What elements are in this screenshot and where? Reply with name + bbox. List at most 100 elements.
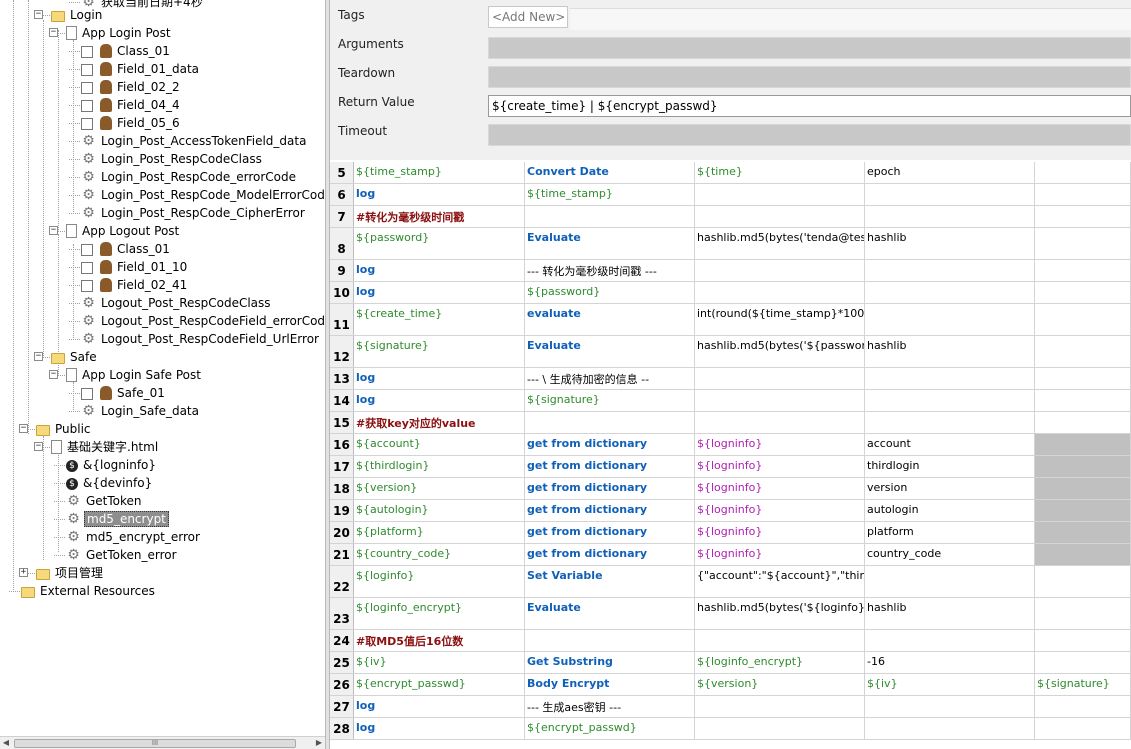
grid-cell[interactable]: [1035, 434, 1131, 455]
grid-cell[interactable]: get from dictionary: [525, 544, 695, 565]
row-number[interactable]: 5: [330, 162, 354, 183]
grid-cell[interactable]: [1035, 206, 1131, 227]
table-row[interactable]: 12 ${signature} Evaluate hashlib.md5(bytes(…: [330, 336, 1131, 368]
table-row[interactable]: 6 log ${time_stamp}: [330, 184, 1131, 206]
grid-cell[interactable]: --- \ 生成待加密的信息 --: [525, 368, 695, 389]
row-number[interactable]: 17: [330, 456, 354, 477]
tree-node[interactable]: ⚙ Login_Post_RespCode_CipherError: [81, 204, 307, 222]
row-number[interactable]: 16: [330, 434, 354, 455]
grid-cell[interactable]: Convert Date: [525, 162, 695, 183]
grid-cell[interactable]: [525, 206, 695, 227]
checkbox-icon[interactable]: [81, 261, 93, 274]
grid-cell[interactable]: hashlib: [865, 228, 1035, 259]
grid-cell[interactable]: #转化为毫秒级时间戳: [354, 206, 525, 227]
row-number[interactable]: 13: [330, 368, 354, 389]
tree-node[interactable]: Safe: [51, 348, 99, 366]
checkbox-icon[interactable]: [81, 63, 93, 76]
timeout-field[interactable]: [488, 124, 1131, 146]
tree-node[interactable]: Class_01: [81, 240, 172, 258]
grid-cell[interactable]: [865, 282, 1035, 303]
grid-cell[interactable]: Evaluate: [525, 228, 695, 259]
row-number[interactable]: 27: [330, 696, 354, 717]
tree-node[interactable]: App Login Post: [66, 24, 173, 42]
scroll-left-arrow-icon[interactable]: ◀: [0, 737, 12, 749]
grid-cell[interactable]: [1035, 304, 1131, 335]
tree-node[interactable]: 基础关键字.html: [51, 438, 160, 456]
grid-cell[interactable]: --- 转化为毫秒级时间戳 ---: [525, 260, 695, 281]
tree-node[interactable]: ⚙ Login_Post_RespCode_errorCode: [81, 168, 298, 186]
checkbox-icon[interactable]: [81, 387, 93, 400]
grid-cell[interactable]: [865, 412, 1035, 433]
grid-cell[interactable]: [1035, 184, 1131, 205]
grid-cell[interactable]: hashlib.md5(bytes('tenda@test')).hexdige…: [695, 228, 865, 259]
test-suite-tree[interactable]: − − − − − − − + ⚙ 获取当前日期+4秒 Login App Login Post Cl…: [0, 0, 325, 749]
grid-cell[interactable]: [1035, 336, 1131, 367]
grid-cell[interactable]: int(round(${time_stamp}*1000)): [695, 304, 865, 335]
grid-cell[interactable]: country_code: [865, 544, 1035, 565]
grid-cell[interactable]: [1035, 522, 1131, 543]
table-row[interactable]: 18 ${version} get from dictionary ${logninf…: [330, 478, 1131, 500]
grid-cell[interactable]: ${account}: [354, 434, 525, 455]
grid-cell[interactable]: [1035, 544, 1131, 565]
grid-cell[interactable]: version: [865, 478, 1035, 499]
grid-cell[interactable]: [695, 696, 865, 717]
grid-cell[interactable]: evaluate: [525, 304, 695, 335]
grid-cell[interactable]: #取MD5值后16位数: [354, 630, 525, 651]
grid-cell[interactable]: hashlib.md5(bytes('${loginfo}')).hexdige…: [695, 598, 865, 629]
table-row[interactable]: 13 log --- \ 生成待加密的信息 --: [330, 368, 1131, 390]
grid-cell[interactable]: ${iv}: [354, 652, 525, 673]
arguments-field[interactable]: [488, 37, 1131, 59]
grid-cell[interactable]: hashlib: [865, 598, 1035, 629]
row-number[interactable]: 24: [330, 630, 354, 651]
tree-node[interactable]: App Logout Post: [66, 222, 181, 240]
table-row[interactable]: 19 ${autologin} get from dictionary ${logni…: [330, 500, 1131, 522]
table-row[interactable]: 14 log ${signature}: [330, 390, 1131, 412]
row-number[interactable]: 19: [330, 500, 354, 521]
grid-cell[interactable]: [865, 718, 1035, 739]
table-row[interactable]: 20 ${platform} get from dictionary ${lognin…: [330, 522, 1131, 544]
grid-cell[interactable]: [695, 282, 865, 303]
grid-cell[interactable]: ${thirdlogin}: [354, 456, 525, 477]
grid-cell[interactable]: [865, 696, 1035, 717]
grid-cell[interactable]: log: [354, 390, 525, 411]
table-row[interactable]: 5 ${time_stamp} Convert Date ${time} epoch: [330, 162, 1131, 184]
grid-cell[interactable]: ${platform}: [354, 522, 525, 543]
checkbox-icon[interactable]: [81, 243, 93, 256]
tree-horizontal-scrollbar[interactable]: ◀ III ▶: [0, 736, 325, 749]
grid-cell[interactable]: Set Variable: [525, 566, 695, 597]
grid-cell[interactable]: [1035, 260, 1131, 281]
tree-node[interactable]: ⚙ Login_Safe_data: [81, 402, 201, 420]
grid-cell[interactable]: [1035, 500, 1131, 521]
grid-cell[interactable]: ${loginfo}: [354, 566, 525, 597]
tree-node[interactable]: Class_01: [81, 42, 172, 60]
tree-node[interactable]: ⚙ md5_encrypt: [66, 510, 169, 528]
grid-cell[interactable]: [695, 260, 865, 281]
grid-cell[interactable]: thirdlogin: [865, 456, 1035, 477]
grid-cell[interactable]: Evaluate: [525, 336, 695, 367]
checkbox-icon[interactable]: [81, 117, 93, 130]
table-row[interactable]: 21 ${country_code} get from dictionary ${lo…: [330, 544, 1131, 566]
grid-cell[interactable]: [1035, 652, 1131, 673]
table-row[interactable]: 24 #取MD5值后16位数: [330, 630, 1131, 652]
table-row[interactable]: 25 ${iv} Get Substring ${loginfo_encrypt} -1…: [330, 652, 1131, 674]
grid-cell[interactable]: log: [354, 282, 525, 303]
grid-cell[interactable]: [695, 630, 865, 651]
table-row[interactable]: 15 #获取key对应的value: [330, 412, 1131, 434]
grid-cell[interactable]: ${iv}: [865, 674, 1035, 695]
grid-cell[interactable]: ${logninfo}: [695, 456, 865, 477]
grid-cell[interactable]: Body Encrypt: [525, 674, 695, 695]
row-number[interactable]: 25: [330, 652, 354, 673]
grid-cell[interactable]: ${password}: [354, 228, 525, 259]
table-row[interactable]: 11 ${create_time} evaluate int(round(${time…: [330, 304, 1131, 336]
table-row[interactable]: 10 log ${password}: [330, 282, 1131, 304]
grid-cell[interactable]: ${logninfo}: [695, 500, 865, 521]
grid-cell[interactable]: [865, 304, 1035, 335]
tree-node[interactable]: Field_02_2: [81, 78, 182, 96]
grid-cell[interactable]: ${time}: [695, 162, 865, 183]
grid-cell[interactable]: [1035, 162, 1131, 183]
table-row[interactable]: 26 ${encrypt_passwd} Body Encrypt ${version…: [330, 674, 1131, 696]
grid-cell[interactable]: get from dictionary: [525, 478, 695, 499]
tree-node[interactable]: ⚙ Logout_Post_RespCodeClass: [81, 294, 273, 312]
grid-cell[interactable]: [865, 184, 1035, 205]
grid-cell[interactable]: [865, 630, 1035, 651]
